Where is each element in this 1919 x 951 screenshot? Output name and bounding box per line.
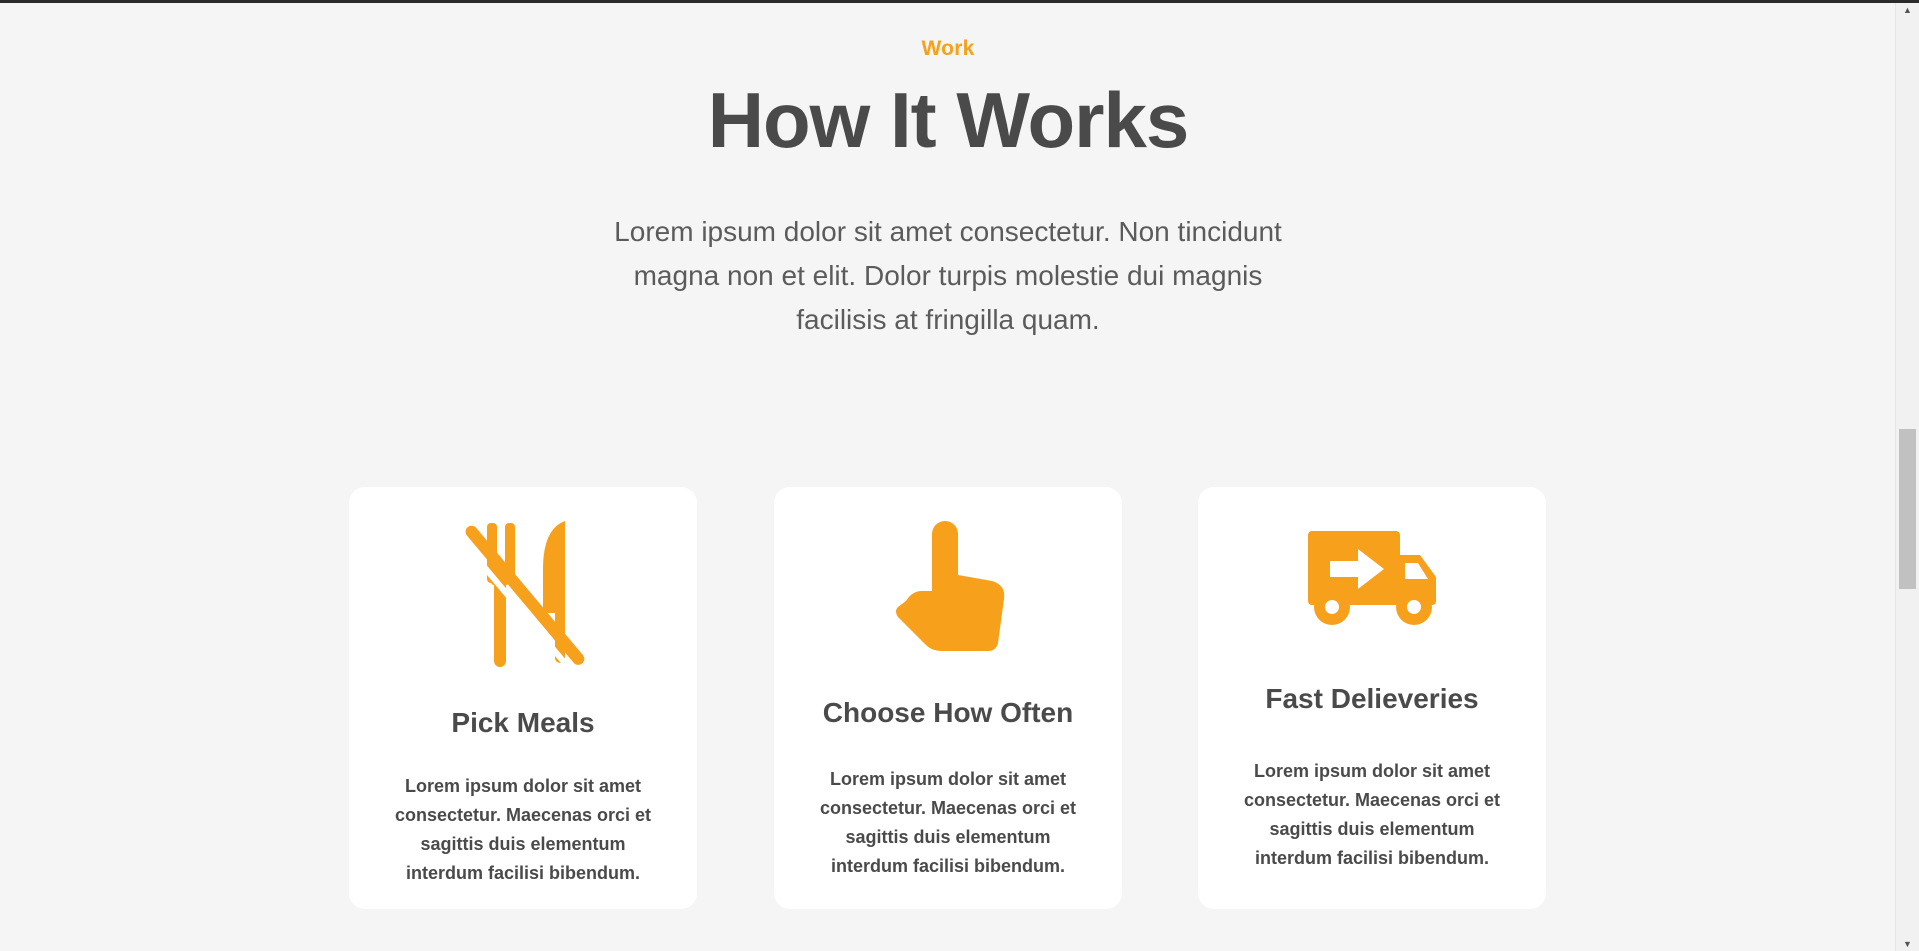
card-body: Lorem ipsum dolor sit amet consectetur. … [1243,761,1501,868]
section-lead: Lorem ipsum dolor sit amet consectetur. … [614,216,1282,335]
step-card-fast-delieveries: Fast Delieveries Lorem ipsum dolor sit a… [1198,487,1546,909]
pointing-hand-icon [774,517,1122,657]
section-title: How It Works [707,76,1190,164]
no-meals-icon [349,517,697,672]
card-body: Lorem ipsum dolor sit amet consectetur. … [394,776,652,883]
step-card-choose-how-often: Choose How Often Lorem ipsum dolor sit a… [774,487,1122,909]
scroll-up-icon[interactable]: ▲ [1896,3,1919,17]
delivery-truck-icon [1198,527,1546,627]
card-body: Lorem ipsum dolor sit amet consectetur. … [819,769,1077,876]
scroll-down-icon[interactable]: ▼ [1896,937,1919,951]
section-eyebrow: Work [921,37,975,60]
scrollbar-thumb[interactable] [1899,429,1916,589]
step-card-pick-meals: Pick Meals Lorem ipsum dolor sit amet co… [349,487,697,909]
how-it-works-section: Work How It Works Lorem ipsum dolor sit … [0,3,1896,951]
card-title: Pick Meals [451,707,595,738]
card-title: Choose How Often [822,697,1074,728]
card-title: Fast Delieveries [1265,683,1479,714]
vertical-scrollbar[interactable]: ▲ ▼ [1895,3,1919,951]
